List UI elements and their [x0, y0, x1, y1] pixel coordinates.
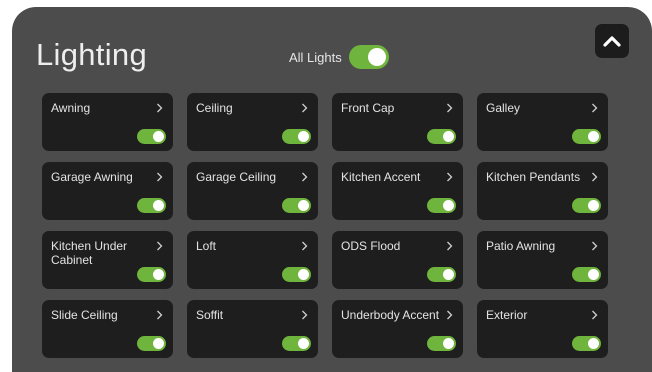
chevron-right-icon	[447, 241, 453, 251]
light-card-awning[interactable]: Awning	[42, 93, 173, 151]
toggle-knob	[443, 131, 454, 142]
light-toggle[interactable]	[427, 198, 456, 213]
light-toggle[interactable]	[282, 129, 311, 144]
toggle-knob	[588, 269, 599, 280]
chevron-right-icon	[157, 241, 163, 251]
chevron-right-icon	[447, 310, 453, 320]
light-label: Patio Awning	[486, 239, 556, 253]
light-toggle[interactable]	[572, 198, 601, 213]
collapse-button[interactable]	[595, 24, 629, 58]
light-toggle[interactable]	[427, 336, 456, 351]
toggle-knob	[443, 200, 454, 211]
light-toggle[interactable]	[572, 129, 601, 144]
light-card-galley[interactable]: Galley	[477, 93, 608, 151]
light-card-soffit[interactable]: Soffit	[187, 300, 318, 358]
light-card-kitchen-under-cabinet[interactable]: Kitchen Under Cabinet	[42, 231, 173, 289]
light-label: Exterior	[486, 308, 528, 322]
chevron-right-icon	[157, 310, 163, 320]
chevron-right-icon	[592, 172, 598, 182]
light-card-kitchen-accent[interactable]: Kitchen Accent	[332, 162, 463, 220]
light-label: Loft	[196, 239, 217, 253]
light-label: Kitchen Accent	[341, 170, 421, 184]
light-label: Underbody Accent	[341, 308, 440, 322]
light-toggle[interactable]	[427, 129, 456, 144]
toggle-knob	[153, 200, 164, 211]
chevron-right-icon	[302, 310, 308, 320]
chevron-right-icon	[157, 172, 163, 182]
light-card-underbody-accent[interactable]: Underbody Accent	[332, 300, 463, 358]
toggle-knob	[153, 338, 164, 349]
light-card-patio-awning[interactable]: Patio Awning	[477, 231, 608, 289]
light-toggle[interactable]	[572, 336, 601, 351]
light-label: Garage Awning	[51, 170, 133, 184]
chevron-right-icon	[447, 103, 453, 113]
chevron-right-icon	[302, 172, 308, 182]
light-toggle[interactable]	[427, 267, 456, 282]
light-card-kitchen-pendants[interactable]: Kitchen Pendants	[477, 162, 608, 220]
chevron-right-icon	[157, 103, 163, 113]
toggle-knob	[588, 338, 599, 349]
light-toggle[interactable]	[137, 267, 166, 282]
light-card-ceiling[interactable]: Ceiling	[187, 93, 318, 151]
chevron-right-icon	[592, 103, 598, 113]
light-toggle[interactable]	[282, 336, 311, 351]
light-toggle[interactable]	[572, 267, 601, 282]
light-label: Front Cap	[341, 101, 395, 115]
toggle-knob	[298, 338, 309, 349]
light-label: Soffit	[196, 308, 224, 322]
toggle-knob	[588, 200, 599, 211]
lighting-panel: Lighting All Lights Awning Ceiling Front…	[12, 7, 652, 372]
toggle-knob	[367, 48, 386, 66]
light-toggle[interactable]	[137, 198, 166, 213]
light-label: Ceiling	[196, 101, 233, 115]
chevron-right-icon	[592, 310, 598, 320]
light-card-ods-flood[interactable]: ODS Flood	[332, 231, 463, 289]
chevron-right-icon	[302, 103, 308, 113]
light-card-garage-ceiling[interactable]: Garage Ceiling	[187, 162, 318, 220]
light-toggle[interactable]	[137, 336, 166, 351]
light-card-slide-ceiling[interactable]: Slide Ceiling	[42, 300, 173, 358]
light-label: Awning	[51, 101, 91, 115]
light-label: Kitchen Pendants	[486, 170, 581, 184]
chevron-right-icon	[302, 241, 308, 251]
toggle-knob	[443, 338, 454, 349]
toggle-knob	[298, 269, 309, 280]
light-toggle[interactable]	[137, 129, 166, 144]
light-card-exterior[interactable]: Exterior	[477, 300, 608, 358]
toggle-knob	[443, 269, 454, 280]
light-label: ODS Flood	[341, 239, 401, 253]
all-lights-toggle[interactable]	[348, 45, 389, 69]
light-label: Galley	[486, 101, 521, 115]
light-card-loft[interactable]: Loft	[187, 231, 318, 289]
all-lights-control: All Lights	[289, 44, 389, 70]
page-title: Lighting	[36, 37, 147, 72]
all-lights-label: All Lights	[289, 49, 342, 65]
toggle-knob	[153, 269, 164, 280]
toggle-knob	[588, 131, 599, 142]
light-toggle[interactable]	[282, 267, 311, 282]
light-label: Slide Ceiling	[51, 308, 118, 322]
light-card-garage-awning[interactable]: Garage Awning	[42, 162, 173, 220]
light-card-front-cap[interactable]: Front Cap	[332, 93, 463, 151]
toggle-knob	[153, 131, 164, 142]
chevron-right-icon	[592, 241, 598, 251]
light-label: Garage Ceiling	[196, 170, 277, 184]
toggle-knob	[298, 131, 309, 142]
chevron-right-icon	[447, 172, 453, 182]
chevron-up-icon	[603, 36, 621, 47]
toggle-knob	[298, 200, 309, 211]
light-toggle[interactable]	[282, 198, 311, 213]
lights-grid: Awning Ceiling Front Cap Galley Garage A…	[42, 93, 608, 358]
light-label: Kitchen Under Cabinet	[51, 239, 128, 267]
